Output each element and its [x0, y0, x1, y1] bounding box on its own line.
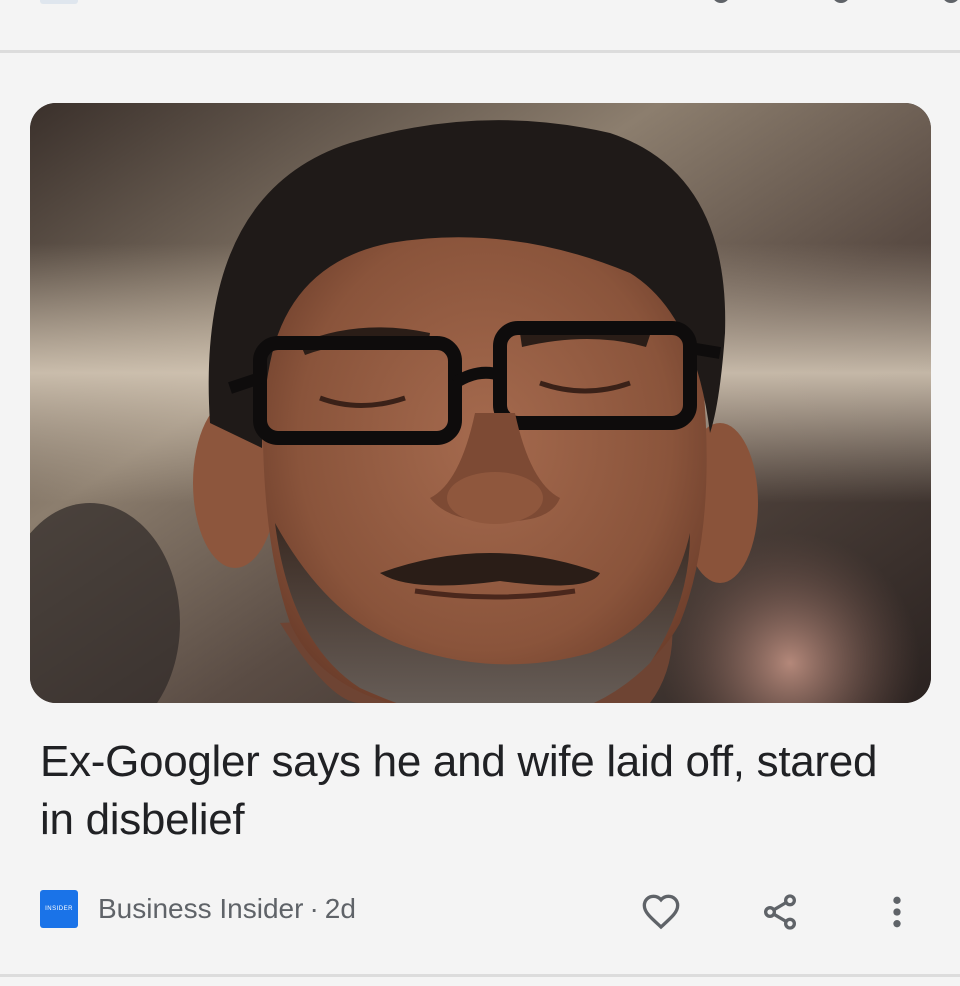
previous-more-icon — [942, 0, 960, 3]
more-options-button[interactable] — [872, 887, 922, 937]
news-card[interactable]: Ex-Googler says he and wife laid off, st… — [0, 53, 960, 974]
source-logo-text: INSIDER — [45, 906, 73, 912]
previous-share-icon — [832, 0, 850, 3]
heart-icon — [642, 894, 680, 930]
previous-card-remnant — [0, 0, 960, 50]
more-vert-icon — [893, 896, 901, 928]
article-headline[interactable]: Ex-Googler says he and wife laid off, st… — [40, 733, 900, 849]
previous-card-actions — [660, 0, 960, 4]
previous-heart-icon — [712, 0, 730, 3]
meta-separator: · — [309, 893, 319, 924]
portrait-illustration — [30, 103, 931, 703]
article-meta: INSIDER Business Insider · 2d — [40, 887, 920, 937]
share-icon — [764, 894, 796, 930]
article-age: 2d — [324, 893, 356, 924]
like-button[interactable] — [636, 887, 686, 937]
previous-source-logo — [40, 0, 78, 4]
card-divider-bottom — [0, 974, 960, 977]
article-photo[interactable] — [30, 103, 931, 703]
source-logo: INSIDER — [40, 890, 78, 928]
share-button[interactable] — [755, 887, 805, 937]
source-line[interactable]: Business Insider · 2d — [98, 893, 356, 925]
source-name: Business Insider — [98, 893, 304, 924]
